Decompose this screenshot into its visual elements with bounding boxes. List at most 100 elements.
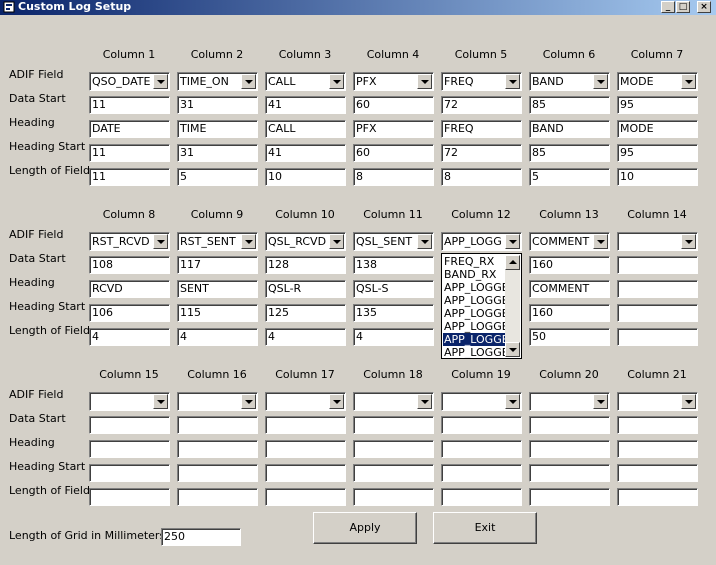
dropdown-option[interactable]: APP_LOGGE	[443, 294, 506, 307]
data-start-input[interactable]	[177, 416, 258, 434]
heading-input[interactable]: MODE	[617, 120, 698, 138]
adif-field-select[interactable]	[441, 392, 522, 411]
heading-input[interactable]: DATE	[89, 120, 170, 138]
data-start-input[interactable]: 108	[89, 256, 170, 274]
heading-start-input[interactable]	[177, 464, 258, 482]
length-of-field-input[interactable]	[89, 488, 170, 506]
adif-field-select[interactable]	[265, 392, 346, 411]
length-of-field-input[interactable]	[617, 488, 698, 506]
length-of-field-input[interactable]: 10	[617, 168, 698, 186]
heading-input[interactable]: CALL	[265, 120, 346, 138]
data-start-input[interactable]	[89, 416, 170, 434]
grid-length-input[interactable]: 250	[161, 528, 241, 546]
heading-start-input[interactable]: 72	[441, 144, 522, 162]
adif-field-select[interactable]	[177, 392, 258, 411]
apply-button[interactable]: Apply	[313, 512, 417, 544]
data-start-input[interactable]: 138	[353, 256, 434, 274]
data-start-input[interactable]: 11	[89, 96, 170, 114]
length-of-field-input[interactable]: 8	[441, 168, 522, 186]
dropdown-button[interactable]	[417, 394, 432, 409]
heading-input[interactable]: PFX	[353, 120, 434, 138]
length-of-field-input[interactable]	[177, 488, 258, 506]
adif-field-select[interactable]: RST_RCVD	[89, 232, 170, 251]
dropdown-button[interactable]	[153, 394, 168, 409]
heading-input[interactable]	[177, 440, 258, 458]
dropdown-button[interactable]	[417, 234, 432, 249]
data-start-input[interactable]	[529, 416, 610, 434]
adif-field-select[interactable]	[529, 392, 610, 411]
heading-input[interactable]	[529, 440, 610, 458]
data-start-input[interactable]	[265, 416, 346, 434]
dropdown-option[interactable]: APP_LOGGE	[443, 333, 506, 346]
dropdown-option[interactable]: FREQ_RX	[443, 255, 506, 268]
dropdown-button[interactable]	[681, 234, 696, 249]
length-of-field-input[interactable]: 4	[177, 328, 258, 346]
length-of-field-input[interactable]	[529, 488, 610, 506]
dropdown-scrollbar[interactable]	[505, 255, 520, 357]
heading-start-input[interactable]	[89, 464, 170, 482]
adif-field-select[interactable]: APP_LOGG	[441, 232, 522, 251]
dropdown-option[interactable]: APP_LOGGE	[443, 307, 506, 320]
dropdown-button[interactable]	[241, 74, 256, 89]
heading-start-input[interactable]: 11	[89, 144, 170, 162]
heading-start-input[interactable]: 160	[529, 304, 610, 322]
heading-input[interactable]: TIME	[177, 120, 258, 138]
adif-field-select[interactable]	[353, 392, 434, 411]
dropdown-button[interactable]	[153, 234, 168, 249]
length-of-field-input[interactable]: 5	[177, 168, 258, 186]
heading-start-input[interactable]	[441, 464, 522, 482]
dropdown-button[interactable]	[681, 394, 696, 409]
heading-start-input[interactable]	[265, 464, 346, 482]
heading-input[interactable]	[353, 440, 434, 458]
data-start-input[interactable]	[353, 416, 434, 434]
scroll-down-button[interactable]	[505, 342, 520, 357]
dropdown-button[interactable]	[417, 74, 432, 89]
dropdown-option[interactable]: BAND_RX	[443, 268, 506, 281]
heading-start-input[interactable]	[529, 464, 610, 482]
dropdown-option[interactable]: APP_LOGGE	[443, 346, 506, 359]
data-start-input[interactable]: 117	[177, 256, 258, 274]
adif-field-select[interactable]: BAND	[529, 72, 610, 91]
dropdown-button[interactable]	[329, 74, 344, 89]
data-start-input[interactable]: 72	[441, 96, 522, 114]
length-of-field-input[interactable]	[617, 328, 698, 346]
heading-input[interactable]	[89, 440, 170, 458]
heading-input[interactable]	[441, 440, 522, 458]
dropdown-button[interactable]	[593, 234, 608, 249]
heading-start-input[interactable]	[617, 464, 698, 482]
heading-input[interactable]: BAND	[529, 120, 610, 138]
heading-start-input[interactable]: 115	[177, 304, 258, 322]
heading-start-input[interactable]: 135	[353, 304, 434, 322]
dropdown-button[interactable]	[593, 394, 608, 409]
length-of-field-input[interactable]: 5	[529, 168, 610, 186]
adif-field-select[interactable]: FREQ	[441, 72, 522, 91]
heading-start-input[interactable]	[353, 464, 434, 482]
dropdown-option[interactable]: APP_LOGGE	[443, 320, 506, 333]
data-start-input[interactable]: 41	[265, 96, 346, 114]
adif-field-select[interactable]: QSL_SENT	[353, 232, 434, 251]
scroll-up-button[interactable]	[505, 255, 520, 270]
length-of-field-input[interactable]: 4	[265, 328, 346, 346]
maximize-button[interactable]: □	[676, 1, 690, 13]
data-start-input[interactable]	[617, 416, 698, 434]
data-start-input[interactable]: 128	[265, 256, 346, 274]
dropdown-button[interactable]	[505, 234, 520, 249]
heading-start-input[interactable]: 125	[265, 304, 346, 322]
length-of-field-input[interactable]: 50	[529, 328, 610, 346]
data-start-input[interactable]: 160	[529, 256, 610, 274]
dropdown-button[interactable]	[241, 394, 256, 409]
length-of-field-input[interactable]: 8	[353, 168, 434, 186]
data-start-input[interactable]	[617, 256, 698, 274]
data-start-input[interactable]	[441, 416, 522, 434]
heading-input[interactable]: QSL-S	[353, 280, 434, 298]
heading-input[interactable]: COMMENT	[529, 280, 610, 298]
heading-input[interactable]	[265, 440, 346, 458]
adif-field-select[interactable]: QSO_DATE	[89, 72, 170, 91]
heading-start-input[interactable]	[617, 304, 698, 322]
dropdown-button[interactable]	[329, 394, 344, 409]
dropdown-option[interactable]: APP_LOGGE	[443, 281, 506, 294]
heading-start-input[interactable]: 95	[617, 144, 698, 162]
length-of-field-input[interactable]	[353, 488, 434, 506]
adif-field-select[interactable]	[617, 392, 698, 411]
adif-field-select[interactable]	[617, 232, 698, 251]
